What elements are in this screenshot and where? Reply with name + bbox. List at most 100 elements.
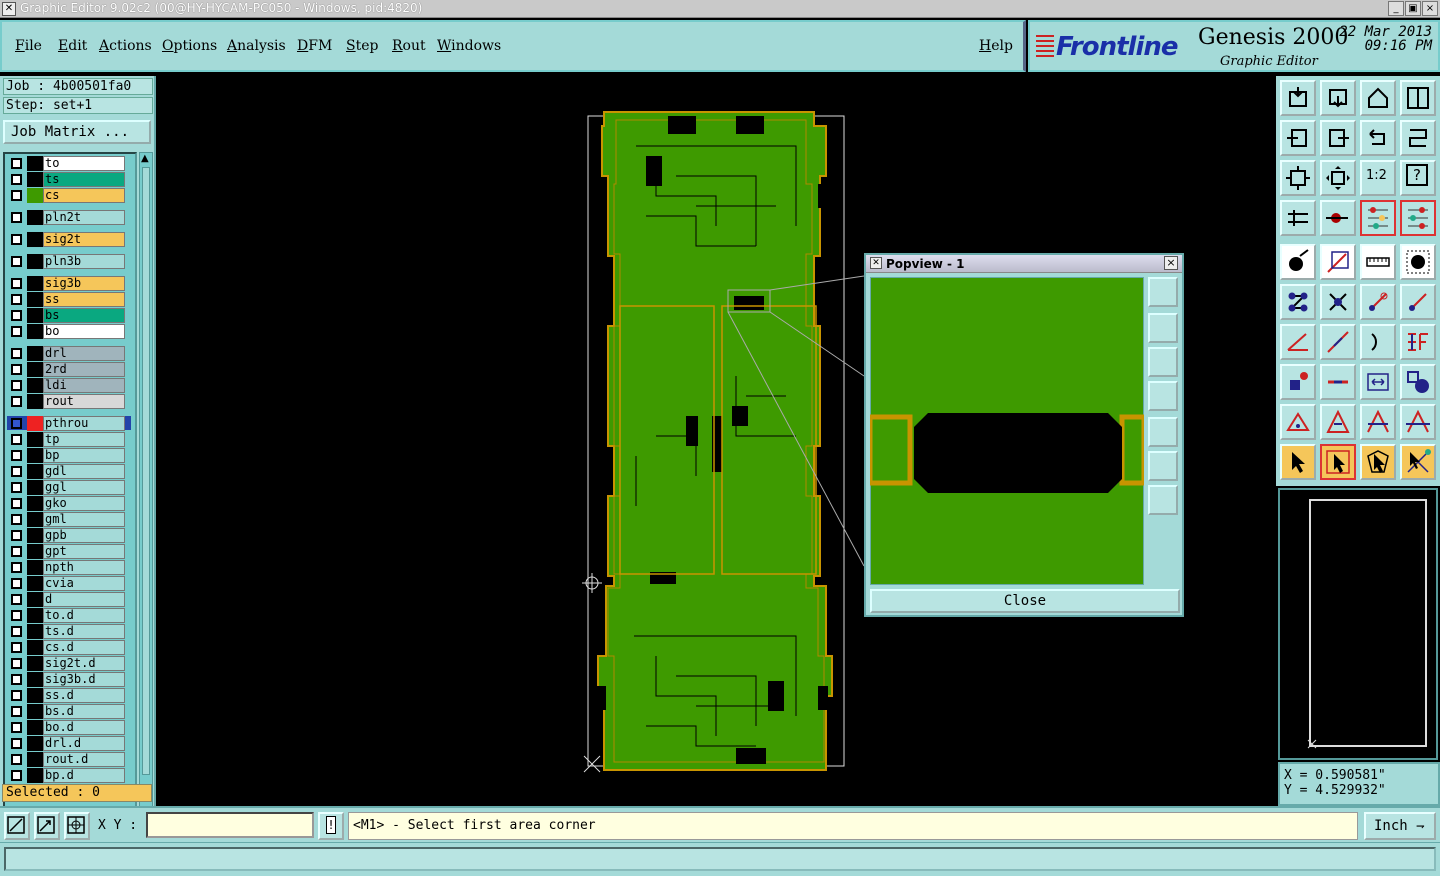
layer-checkbox[interactable] xyxy=(11,450,22,461)
layer-swatch[interactable] xyxy=(27,432,43,447)
layer-checkbox[interactable] xyxy=(11,294,22,305)
layer-row-ldi[interactable]: ldi xyxy=(7,378,131,393)
layer-swatch[interactable] xyxy=(27,752,43,767)
layer-name[interactable]: pthrou xyxy=(43,416,125,431)
layer-name[interactable]: ldi xyxy=(43,378,125,393)
fit-all-icon[interactable] xyxy=(1280,160,1316,196)
layer-name[interactable]: bo xyxy=(43,324,125,339)
layer-row-ts-d[interactable]: ts.d xyxy=(7,624,131,639)
delete-node-icon[interactable] xyxy=(1320,284,1356,320)
layer-checkbox[interactable] xyxy=(11,364,22,375)
close-window-button[interactable]: × xyxy=(1422,1,1438,16)
shapes-icon[interactable] xyxy=(1400,364,1436,400)
zoom-out-tool-icon[interactable] xyxy=(1320,80,1356,116)
menu-actions[interactable]: Actions xyxy=(99,38,152,54)
layer-checkbox[interactable] xyxy=(11,706,22,717)
layer-name[interactable]: cvia xyxy=(43,576,125,591)
layer-name[interactable]: sig3b.d xyxy=(43,672,125,687)
layer-name[interactable]: to xyxy=(43,156,125,171)
layer-checkbox[interactable] xyxy=(11,190,22,201)
layer-swatch[interactable] xyxy=(27,672,43,687)
layer-swatch[interactable] xyxy=(27,576,43,591)
add-feature-icon[interactable] xyxy=(1280,244,1316,280)
layer-colors-icon[interactable] xyxy=(1360,200,1396,236)
snap-mode-icon[interactable] xyxy=(4,812,30,840)
layer-swatch[interactable] xyxy=(27,512,43,527)
layer-swatch[interactable] xyxy=(27,704,43,719)
layer-row-pthrou[interactable]: pthrou xyxy=(7,416,131,431)
menu-edit[interactable]: Edit xyxy=(58,38,87,54)
layer-name[interactable]: bs.d xyxy=(43,704,125,719)
layer-name[interactable]: gdl xyxy=(43,464,125,479)
arc-tool-icon[interactable] xyxy=(1360,324,1396,360)
layer-name[interactable]: npth xyxy=(43,560,125,575)
layer-checkbox[interactable] xyxy=(11,530,22,541)
text-flip-icon[interactable] xyxy=(1400,324,1436,360)
layer-row-bp-d[interactable]: bp.d xyxy=(7,768,131,783)
layer-row-gko[interactable]: gko xyxy=(7,496,131,511)
xy-input[interactable] xyxy=(146,812,314,838)
layer-checkbox[interactable] xyxy=(11,626,22,637)
layer-checkbox[interactable] xyxy=(11,546,22,557)
layer-checkbox[interactable] xyxy=(11,234,22,245)
layer-row-sig2t-d[interactable]: sig2t.d xyxy=(7,656,131,671)
layer-checkbox[interactable] xyxy=(11,278,22,289)
pad-select-icon[interactable] xyxy=(1400,244,1436,280)
layer-row-rout-d[interactable]: rout.d xyxy=(7,752,131,767)
layer-swatch[interactable] xyxy=(27,416,43,431)
layer-row-npth[interactable]: npth xyxy=(7,560,131,575)
layer-swatch[interactable] xyxy=(27,378,43,393)
menu-help[interactable]: Help xyxy=(979,38,1013,54)
layer-swatch[interactable] xyxy=(27,346,43,361)
layer-row-rout[interactable]: rout xyxy=(7,394,131,409)
layer-name[interactable]: gko xyxy=(43,496,125,511)
home-view-icon[interactable] xyxy=(1360,80,1396,116)
layer-swatch[interactable] xyxy=(27,592,43,607)
layer-checkbox[interactable] xyxy=(11,310,22,321)
layer-row-drl[interactable]: drl xyxy=(7,346,131,361)
job-matrix-button[interactable]: Job Matrix ... xyxy=(3,120,151,144)
layer-name[interactable]: drl.d xyxy=(43,736,125,751)
layer-name[interactable]: gpb xyxy=(43,528,125,543)
layer-checkbox[interactable] xyxy=(11,594,22,605)
dimension-icon[interactable] xyxy=(1360,364,1396,400)
popview-zoom-window-button[interactable] xyxy=(1148,277,1178,307)
zoom-in-tool-icon[interactable] xyxy=(1280,80,1316,116)
layer-name[interactable]: 2rd xyxy=(43,362,125,377)
layer-name[interactable]: cs.d xyxy=(43,640,125,655)
select-area-icon[interactable] xyxy=(1320,444,1356,480)
layer-row-cs[interactable]: cs xyxy=(7,188,131,203)
layer-name[interactable]: sig3b xyxy=(43,276,125,291)
layer-row-sig3b-d[interactable]: sig3b.d xyxy=(7,672,131,687)
layer-checkbox[interactable] xyxy=(11,498,22,509)
diagonal-line-icon[interactable] xyxy=(1320,324,1356,360)
layer-checkbox[interactable] xyxy=(11,326,22,337)
layer-row-gdl[interactable]: gdl xyxy=(7,464,131,479)
layer-name[interactable]: rout.d xyxy=(43,752,125,767)
layer-row-drl-d[interactable]: drl.d xyxy=(7,736,131,751)
layer-checkbox[interactable] xyxy=(11,770,22,781)
layer-name[interactable]: ts.d xyxy=(43,624,125,639)
snap-angle-icon[interactable] xyxy=(34,812,60,840)
undo-view-icon[interactable] xyxy=(1360,120,1396,156)
layer-checkbox[interactable] xyxy=(11,482,22,493)
layer-name[interactable]: ss xyxy=(43,292,125,307)
layer-swatch[interactable] xyxy=(27,608,43,623)
popview-pan-up-button[interactable] xyxy=(1148,313,1178,343)
layer-swatch[interactable] xyxy=(27,324,43,339)
layer-name[interactable]: drl xyxy=(43,346,125,361)
layer-row-bs[interactable]: bs xyxy=(7,308,131,323)
menu-analysis[interactable]: Analysis xyxy=(227,38,286,54)
layer-row-to[interactable]: to xyxy=(7,156,131,171)
layer-swatch[interactable] xyxy=(27,560,43,575)
layer-swatch[interactable] xyxy=(27,640,43,655)
layer-swatch[interactable] xyxy=(27,496,43,511)
maximize-button[interactable]: ▣ xyxy=(1405,1,1421,16)
layer-row-ggl[interactable]: ggl xyxy=(7,480,131,495)
layer-checkbox[interactable] xyxy=(11,212,22,223)
select-net-icon[interactable] xyxy=(1400,444,1436,480)
triangle-measure-icon[interactable] xyxy=(1360,404,1396,440)
ruler-icon[interactable] xyxy=(1360,244,1396,280)
popview-close-icon[interactable]: × xyxy=(1164,256,1178,270)
layer-swatch[interactable] xyxy=(27,768,43,783)
